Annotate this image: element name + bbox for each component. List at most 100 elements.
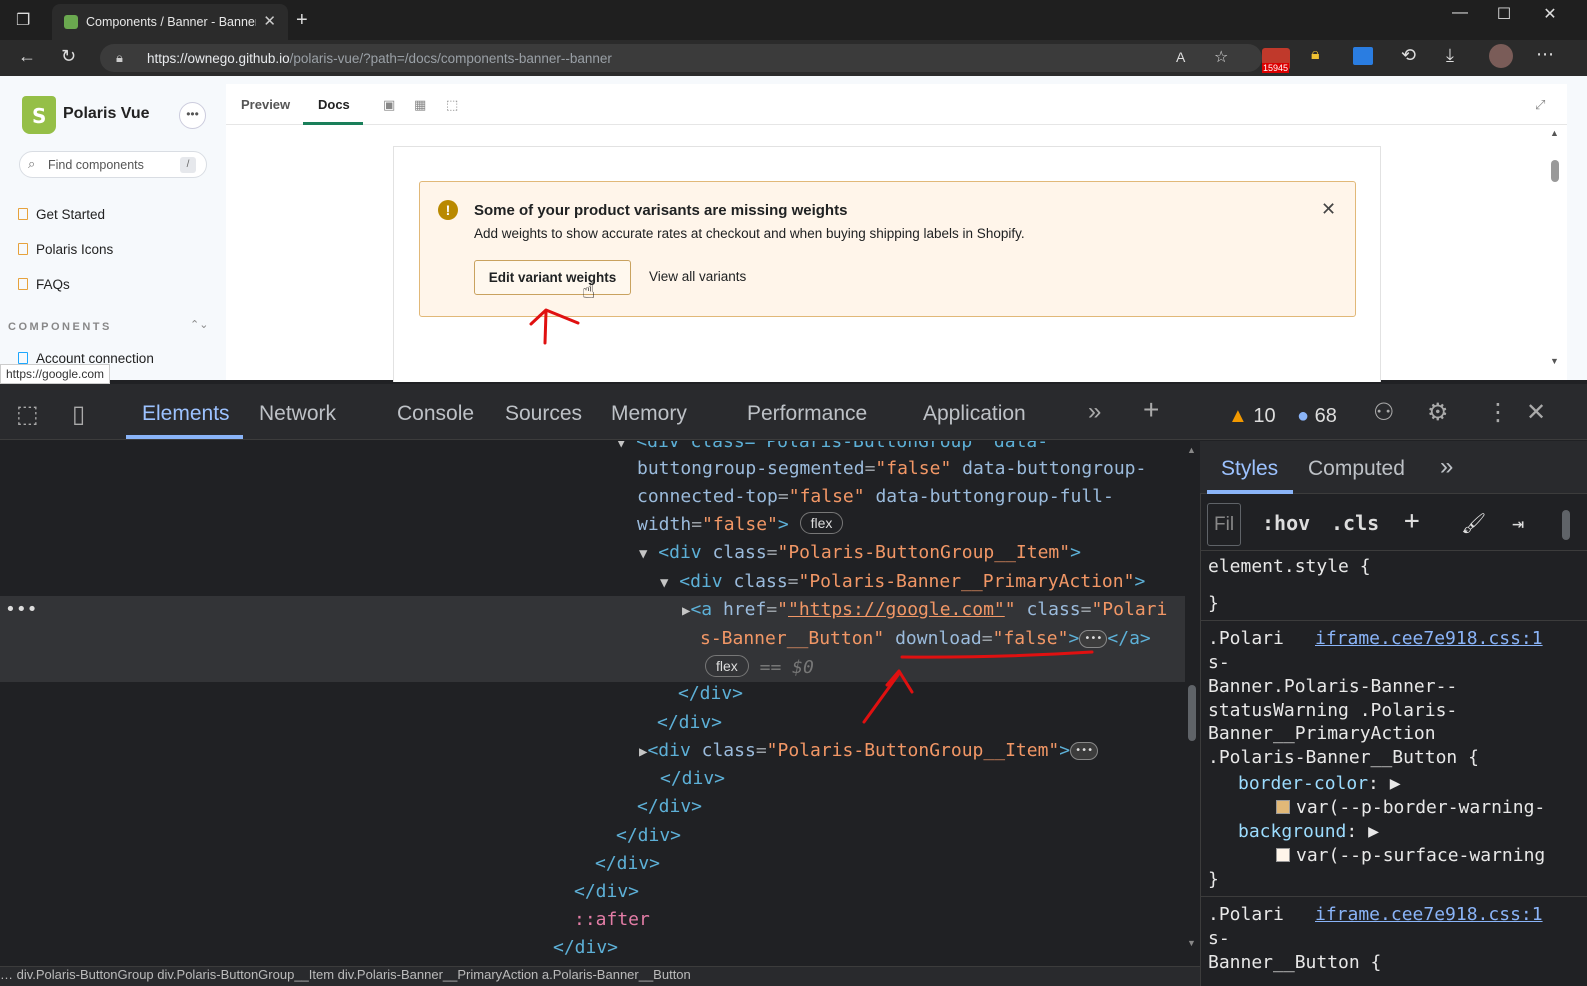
warnings-count[interactable]: ▲ 10: [1228, 405, 1276, 428]
styles-scrollbar-thumb[interactable]: [1562, 510, 1570, 540]
search-input[interactable]: ⌕ Find components /: [19, 151, 207, 178]
workspaces-icon[interactable]: ❐: [16, 10, 30, 30]
sidebar-item-faqs[interactable]: FAQs: [18, 277, 70, 292]
flex-badge[interactable]: flex: [799, 512, 844, 534]
sidebar-menu-button[interactable]: •••: [179, 102, 206, 129]
messages-count[interactable]: ● 68: [1297, 405, 1337, 428]
tab-sources[interactable]: Sources: [505, 402, 582, 426]
back-icon[interactable]: ←: [18, 46, 36, 67]
browser-tab[interactable]: Components / Banner - Banner · ✕: [52, 4, 288, 40]
tab-console[interactable]: Console: [397, 402, 474, 426]
more-tabs-chevron-icon[interactable]: »: [1088, 398, 1101, 426]
profile-avatar[interactable]: [1489, 44, 1513, 68]
view-all-variants-button[interactable]: View all variants: [649, 269, 746, 284]
css-value-border-color[interactable]: var(--p-border-warning-: [1276, 797, 1545, 818]
css-value-background[interactable]: var(--p-surface-warning: [1276, 845, 1545, 866]
tree-close-div[interactable]: </div>: [574, 878, 639, 906]
element-style-rule[interactable]: element.style {: [1208, 556, 1371, 577]
new-tab-icon[interactable]: +: [296, 9, 308, 32]
tab-performance[interactable]: Performance: [747, 402, 867, 426]
tree-close-div[interactable]: </div>: [678, 680, 743, 708]
address-bar[interactable]: 🔒︎ https://ownego.github.io/polaris-vue/…: [100, 44, 1262, 72]
collapsed-content-icon[interactable]: •••: [1079, 630, 1108, 648]
add-tab-icon[interactable]: +: [1143, 394, 1159, 426]
rule2-selector-line[interactable]: .Polari: [1208, 904, 1284, 925]
toggle-sidebar-icon[interactable]: ⇥: [1512, 511, 1524, 535]
tree-close-div[interactable]: </div>: [595, 850, 660, 878]
sidebar-item-get-started[interactable]: Get Started: [18, 207, 105, 222]
node-actions-icon[interactable]: •••: [5, 596, 38, 624]
tree-line-anchor-cont[interactable]: s-Banner__Button" download="false"> ••• </…: [700, 625, 1151, 653]
tab-network[interactable]: Network: [259, 402, 336, 426]
tab-memory[interactable]: Memory: [611, 402, 687, 426]
elements-tree[interactable]: ▼ <div class="Polaris-ButtonGroup" data-…: [0, 441, 1185, 966]
tree-line-primary-action[interactable]: ▼ <div class="Polaris-Banner__PrimaryAct…: [660, 568, 1145, 596]
rule2-selector-line[interactable]: s-: [1208, 928, 1230, 949]
brand-title[interactable]: Polaris Vue: [63, 105, 150, 123]
feedback-icon[interactable]: ⚇: [1373, 398, 1395, 427]
rule1-selector-line[interactable]: .Polaris-Banner__Button {: [1208, 747, 1479, 768]
css-property-border-color[interactable]: border-color: ▶: [1238, 773, 1401, 794]
tree-close-div[interactable]: </div>: [616, 822, 681, 850]
grid-icon[interactable]: ▦: [414, 97, 426, 113]
breadcrumb[interactable]: … div.Polaris-ButtonGroup div.Polaris-Bu…: [0, 966, 1200, 986]
tree-line-buttongroup[interactable]: ▼ <div class="Polaris-ButtonGroup" data-: [617, 441, 1048, 456]
css-property-background[interactable]: background: ▶: [1238, 821, 1379, 842]
collapsed-content-icon[interactable]: •••: [1070, 742, 1099, 760]
refresh-icon[interactable]: ↻: [61, 46, 76, 67]
history-icon[interactable]: ⟲: [1401, 45, 1416, 66]
tree-close-div[interactable]: </div>: [660, 765, 725, 793]
color-swatch[interactable]: [1276, 848, 1290, 862]
new-rule-icon[interactable]: +: [1404, 506, 1420, 536]
favorite-star-icon[interactable]: ☆: [1214, 47, 1228, 67]
sidebar-item-polaris-icons[interactable]: Polaris Icons: [18, 242, 113, 257]
device-toolbar-icon[interactable]: ▯: [72, 400, 85, 429]
color-swatch[interactable]: [1276, 800, 1290, 814]
tab-styles[interactable]: Styles: [1221, 457, 1278, 481]
tree-close-div[interactable]: </div>: [553, 934, 618, 962]
scroll-down-icon[interactable]: ▼: [1187, 938, 1196, 948]
close-tab-icon[interactable]: ✕: [263, 12, 276, 30]
flex-badge[interactable]: flex: [705, 655, 749, 677]
tree-line-buttongroup-item[interactable]: ▼ <div class="Polaris-ButtonGroup__Item"…: [639, 539, 1081, 567]
password-extension-icon[interactable]: 🔒︎: [1311, 46, 1320, 64]
rule1-selector-line[interactable]: Banner.Polaris-Banner--: [1208, 676, 1457, 697]
rule1-selector-line[interactable]: .Polari: [1208, 628, 1284, 649]
rule1-source-link[interactable]: iframe.cee7e918.css:1: [1315, 628, 1543, 649]
rule2-source-link[interactable]: iframe.cee7e918.css:1: [1315, 904, 1543, 925]
tree-close-div[interactable]: </div>: [637, 793, 702, 821]
paint-brush-icon[interactable]: 🖌︎: [1461, 511, 1486, 535]
href-link[interactable]: "https://google.com": [788, 599, 1005, 620]
tree-line-attrs-3[interactable]: width="false"> flex: [637, 511, 844, 539]
maximize-icon[interactable]: ☐: [1481, 4, 1527, 24]
tree-line-buttongroup-item-2[interactable]: ▶<div class="Polaris-ButtonGroup__Item">…: [639, 737, 1099, 765]
settings-gear-icon[interactable]: ⚙: [1427, 398, 1449, 427]
components-section-header[interactable]: COMPONENTS: [8, 321, 112, 333]
styles-filter-input[interactable]: Fil: [1207, 503, 1241, 546]
expand-triangle-icon[interactable]: ▶: [1368, 821, 1379, 842]
lock-icon[interactable]: 🔒︎: [116, 50, 123, 66]
rule2-selector-line[interactable]: Banner__Button {: [1208, 952, 1381, 973]
mail-extension-icon[interactable]: 15945: [1262, 48, 1290, 73]
download-icon[interactable]: ⤓: [1446, 45, 1454, 66]
more-tabs-chevron-icon[interactable]: »: [1440, 453, 1453, 481]
close-devtools-icon[interactable]: ✕: [1526, 398, 1546, 427]
tab-computed[interactable]: Computed: [1308, 457, 1405, 481]
close-window-icon[interactable]: ✕: [1527, 4, 1573, 24]
tree-pseudo-after[interactable]: ::after: [574, 906, 650, 934]
scroll-down-icon[interactable]: ▼: [1550, 356, 1559, 366]
inspect-element-icon[interactable]: ⬚: [16, 400, 39, 429]
customize-menu-icon[interactable]: ⋮: [1486, 398, 1510, 427]
class-toggle-button[interactable]: .cls: [1331, 511, 1379, 535]
tree-line-attrs-2[interactable]: connected-top="false" data-buttongroup-f…: [637, 483, 1114, 511]
elements-scrollbar-thumb[interactable]: [1188, 685, 1196, 741]
collapse-chevron-icon[interactable]: ⌃⌄: [190, 318, 208, 331]
canvas-scrollbar-thumb[interactable]: [1551, 160, 1559, 182]
tab-elements[interactable]: Elements: [142, 402, 230, 426]
rule1-selector-line[interactable]: statusWarning .Polaris-: [1208, 700, 1457, 721]
rule1-selector-line[interactable]: s-: [1208, 652, 1230, 673]
tab-docs[interactable]: Docs: [318, 97, 350, 112]
tab-application[interactable]: Application: [923, 402, 1026, 426]
tab-preview[interactable]: Preview: [241, 97, 290, 112]
read-aloud-icon[interactable]: A: [1176, 49, 1185, 65]
